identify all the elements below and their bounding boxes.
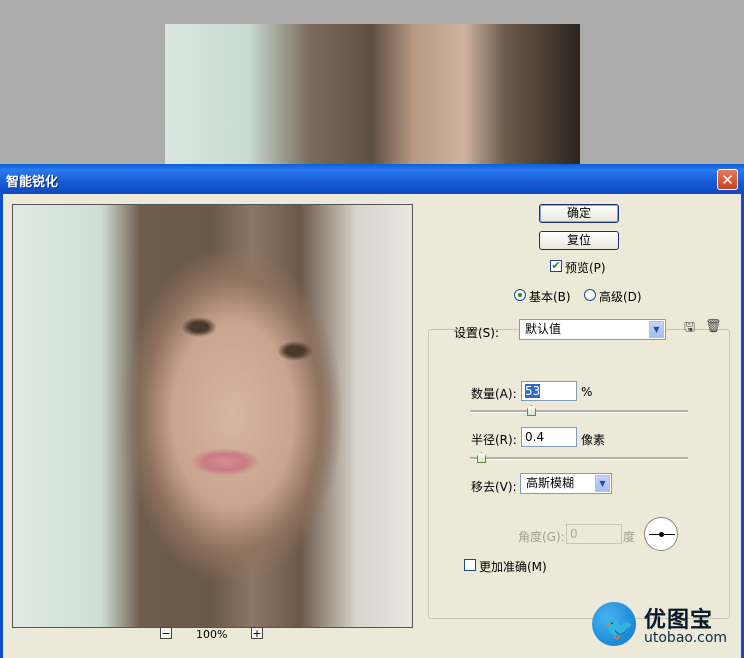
amount-input[interactable]: 53 xyxy=(521,381,577,401)
reset-button[interactable]: 复位 xyxy=(539,231,619,250)
preview-label: 预览(P) xyxy=(565,261,606,275)
angle-unit: 度 xyxy=(623,530,636,544)
remove-select[interactable]: 高斯模糊 ▼ xyxy=(520,473,612,494)
zoom-out-button[interactable]: − xyxy=(160,627,172,639)
radius-slider-track[interactable] xyxy=(470,457,688,460)
radio-advanced-label: 高级(D) xyxy=(599,290,642,304)
watermark-url: utobao.com xyxy=(644,630,728,646)
title-bar[interactable]: 智能锐化 ✕ xyxy=(0,164,744,194)
amount-unit: % xyxy=(581,385,593,399)
close-button[interactable]: ✕ xyxy=(717,169,738,190)
angle-input: 0 xyxy=(566,524,622,544)
check-icon: ✔ xyxy=(551,259,561,272)
radio-basic[interactable] xyxy=(514,289,526,301)
chevron-down-icon: ▼ xyxy=(595,475,610,492)
settings-value: 默认值 xyxy=(525,322,562,336)
trash-icon[interactable]: 🗑 xyxy=(705,320,722,334)
angle-value: 0 xyxy=(570,527,578,541)
zoom-in-button[interactable]: + xyxy=(251,627,263,639)
amount-label: 数量(A): xyxy=(471,387,517,401)
radius-value: 0.4 xyxy=(525,430,545,444)
more-accurate-label: 更加准确(M) xyxy=(479,560,547,574)
background-photo xyxy=(165,24,580,169)
zoom-level: 100% xyxy=(196,628,228,641)
angle-dial xyxy=(644,517,678,551)
radio-selected-dot xyxy=(518,293,522,297)
radius-label: 半径(R): xyxy=(471,433,517,447)
radius-unit: 像素 xyxy=(581,433,606,447)
smart-sharpen-dialog: 智能锐化 ✕ − 100% + 确定 复位 ✔ 预览(P) 基本(B) 高级(D… xyxy=(0,164,744,658)
amount-value: 53 xyxy=(525,384,541,398)
window-border-left xyxy=(0,194,3,658)
remove-label: 移去(V): xyxy=(471,480,517,494)
watermark-logo: 🐦 优图宝 utobao.com xyxy=(588,598,744,658)
remove-value: 高斯模糊 xyxy=(526,476,575,490)
dialog-title: 智能锐化 xyxy=(6,175,59,190)
chevron-down-icon: ▼ xyxy=(649,321,664,338)
radio-basic-label: 基本(B) xyxy=(529,290,571,304)
preview-image[interactable] xyxy=(12,204,413,628)
ok-button[interactable]: 确定 xyxy=(539,204,619,223)
save-settings-icon[interactable]: 🖫 xyxy=(684,321,695,335)
more-accurate-checkbox[interactable] xyxy=(464,559,476,571)
dial-center xyxy=(659,532,664,537)
settings-label: 设置(S): xyxy=(454,326,500,340)
amount-slider-track[interactable] xyxy=(470,410,688,413)
settings-select[interactable]: 默认值 ▼ xyxy=(519,319,666,340)
bird-logo-icon: 🐦 xyxy=(592,602,636,646)
angle-label: 角度(G): xyxy=(518,530,565,544)
radio-advanced[interactable] xyxy=(584,289,596,301)
radius-input[interactable]: 0.4 xyxy=(521,427,577,447)
preview-checkbox[interactable]: ✔ xyxy=(550,260,562,272)
